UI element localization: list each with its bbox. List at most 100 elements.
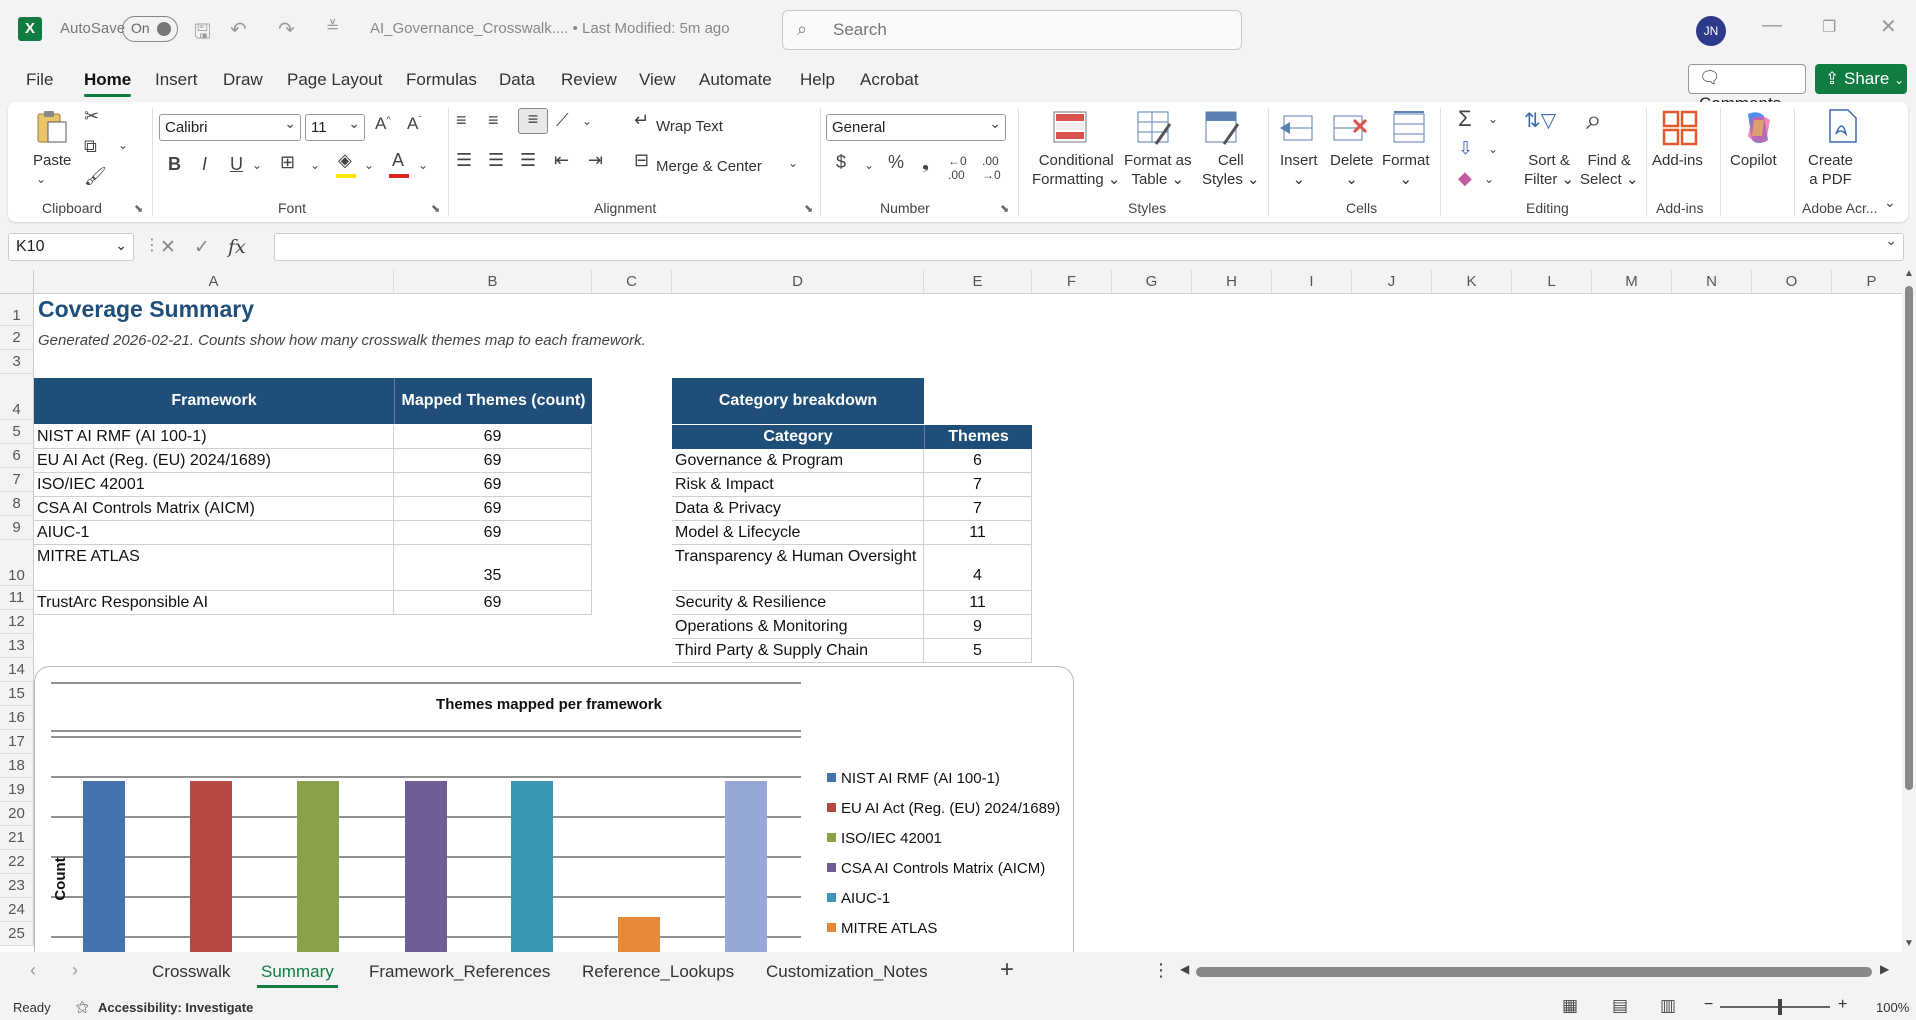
category-name-cell[interactable]: Data & Privacy: [672, 497, 924, 521]
currency-icon[interactable]: $: [836, 152, 846, 173]
more-sheets-icon[interactable]: ⋮: [1152, 960, 1170, 981]
mapped-themes-header[interactable]: Mapped Themes (count): [394, 378, 592, 424]
framework-count-cell[interactable]: 69: [394, 425, 592, 449]
copilot-button[interactable]: Copilot: [1730, 151, 1777, 170]
tab-review[interactable]: Review: [561, 70, 617, 90]
column-header[interactable]: C: [592, 270, 672, 294]
increase-decimal-icon[interactable]: ←0.00: [948, 154, 967, 182]
column-header[interactable]: F: [1032, 270, 1112, 294]
insert-function-icon[interactable]: fx: [228, 236, 246, 258]
tab-draw[interactable]: Draw: [223, 70, 263, 90]
column-header[interactable]: I: [1272, 270, 1352, 294]
close-icon[interactable]: ✕: [1880, 14, 1897, 39]
row-header[interactable]: 25: [0, 922, 34, 946]
chevron-down-icon[interactable]: ⌄: [418, 158, 428, 172]
sheet-title[interactable]: Coverage Summary: [38, 296, 254, 323]
category-count-cell[interactable]: 6: [924, 449, 1032, 473]
formula-input[interactable]: ⌄: [274, 232, 1904, 261]
page-layout-view-icon[interactable]: ▤: [1612, 996, 1628, 1016]
zoom-slider[interactable]: [1720, 1006, 1830, 1008]
scroll-right-icon[interactable]: ▶: [1880, 962, 1889, 976]
chevron-down-icon[interactable]: ⌄: [1488, 142, 1498, 156]
framework-count-cell[interactable]: 69: [394, 449, 592, 473]
scroll-down-icon[interactable]: ▼: [1904, 938, 1914, 949]
search-box[interactable]: ⌕: [782, 10, 1242, 50]
search-input[interactable]: [833, 18, 1213, 42]
merge-center-icon[interactable]: ⊟: [634, 150, 649, 171]
row-header[interactable]: 5: [0, 420, 34, 444]
row-header[interactable]: 2: [0, 326, 34, 350]
comments-button[interactable]: 🗨 Comments: [1688, 64, 1806, 113]
cut-icon[interactable]: ✂: [84, 106, 99, 127]
category-count-cell[interactable]: 7: [924, 497, 1032, 521]
chevron-down-icon[interactable]: ⌄: [310, 158, 320, 172]
zoom-slider-thumb[interactable]: [1778, 999, 1782, 1015]
framework-count-cell[interactable]: 69: [394, 497, 592, 521]
tab-data[interactable]: Data: [499, 70, 535, 90]
row-header[interactable]: 6: [0, 444, 34, 468]
accessibility-status[interactable]: Accessibility: Investigate: [98, 1000, 253, 1015]
chevron-down-icon[interactable]: ⌄: [864, 158, 874, 172]
category-name-cell[interactable]: Transparency & Human Oversight: [672, 545, 924, 591]
conditional-formatting-icon[interactable]: [1052, 110, 1088, 146]
accessibility-icon[interactable]: ⚝: [76, 999, 89, 1015]
category-count-cell[interactable]: 11: [924, 521, 1032, 545]
category-breakdown-title[interactable]: Category breakdown: [672, 378, 924, 424]
insert-button[interactable]: Insert ⌄: [1280, 151, 1318, 189]
framework-count-cell[interactable]: 69: [394, 591, 592, 615]
category-name-cell[interactable]: Model & Lifecycle: [672, 521, 924, 545]
format-button[interactable]: Format ⌄: [1382, 151, 1430, 189]
row-header[interactable]: 9: [0, 516, 34, 540]
row-header[interactable]: 7: [0, 468, 34, 492]
category-count-cell[interactable]: 5: [924, 639, 1032, 663]
row-header[interactable]: 20: [0, 802, 34, 826]
category-name-cell[interactable]: Third Party & Supply Chain: [672, 639, 924, 663]
create-pdf-button[interactable]: Create a PDF: [1808, 151, 1853, 189]
row-header[interactable]: 10: [0, 540, 34, 586]
column-header[interactable]: A: [34, 270, 394, 294]
chevron-down-icon[interactable]: ⌄: [364, 158, 374, 172]
row-header[interactable]: 18: [0, 754, 34, 778]
framework-count-cell[interactable]: 69: [394, 521, 592, 545]
sheet-subtitle[interactable]: Generated 2026-02-21. Counts show how ma…: [38, 332, 646, 349]
framework-name-cell[interactable]: ISO/IEC 42001: [34, 473, 394, 497]
tab-formulas[interactable]: Formulas: [406, 70, 477, 90]
page-break-view-icon[interactable]: ▥: [1660, 996, 1676, 1016]
column-header[interactable]: H: [1192, 270, 1272, 294]
framework-count-cell[interactable]: 35: [394, 545, 592, 591]
find-select-icon[interactable]: ⌕: [1586, 104, 1602, 137]
autosave-toggle[interactable]: On: [122, 16, 178, 42]
row-header[interactable]: 12: [0, 610, 34, 634]
italic-icon[interactable]: I: [202, 154, 207, 175]
chevron-down-icon[interactable]: ⌄: [788, 156, 798, 170]
cell-styles-button[interactable]: Cell Styles ⌄: [1202, 151, 1260, 189]
row-header[interactable]: 4: [0, 374, 34, 420]
chevron-down-icon[interactable]: ⌄: [1488, 112, 1498, 126]
add-ins-button[interactable]: Add-ins: [1652, 151, 1703, 170]
row-header[interactable]: 14: [0, 658, 34, 682]
row-header[interactable]: 13: [0, 634, 34, 658]
percent-icon[interactable]: %: [888, 152, 904, 173]
framework-name-cell[interactable]: CSA AI Controls Matrix (AICM): [34, 497, 394, 521]
tab-help[interactable]: Help: [800, 70, 835, 90]
category-count-cell[interactable]: 9: [924, 615, 1032, 639]
sort-filter-icon[interactable]: ⇅▽: [1524, 108, 1556, 133]
column-header[interactable]: N: [1672, 270, 1752, 294]
sheet-tab-customization-notes[interactable]: Customization_Notes: [766, 962, 928, 982]
font-family-select[interactable]: Calibri: [159, 111, 301, 141]
vertical-scroll-thumb[interactable]: [1905, 286, 1913, 790]
comma-style-icon[interactable]: ❟: [922, 152, 929, 173]
row-header[interactable]: 3: [0, 350, 34, 374]
category-name-cell[interactable]: Operations & Monitoring: [672, 615, 924, 639]
increase-indent-icon[interactable]: ⇥: [588, 150, 603, 171]
number-format-select[interactable]: General: [826, 111, 1006, 141]
sort-filter-button[interactable]: Sort & Filter ⌄: [1524, 151, 1574, 189]
add-ins-icon[interactable]: [1662, 110, 1698, 146]
category-count-cell[interactable]: 7: [924, 473, 1032, 497]
align-middle-icon[interactable]: ≡: [488, 110, 499, 131]
framework-name-cell[interactable]: TrustArc Responsible AI: [34, 591, 394, 615]
category-count-cell[interactable]: 11: [924, 591, 1032, 615]
decrease-decimal-icon[interactable]: .00 →0: [982, 154, 1001, 182]
category-name-cell[interactable]: Security & Resilience: [672, 591, 924, 615]
underline-icon[interactable]: U: [230, 154, 243, 175]
